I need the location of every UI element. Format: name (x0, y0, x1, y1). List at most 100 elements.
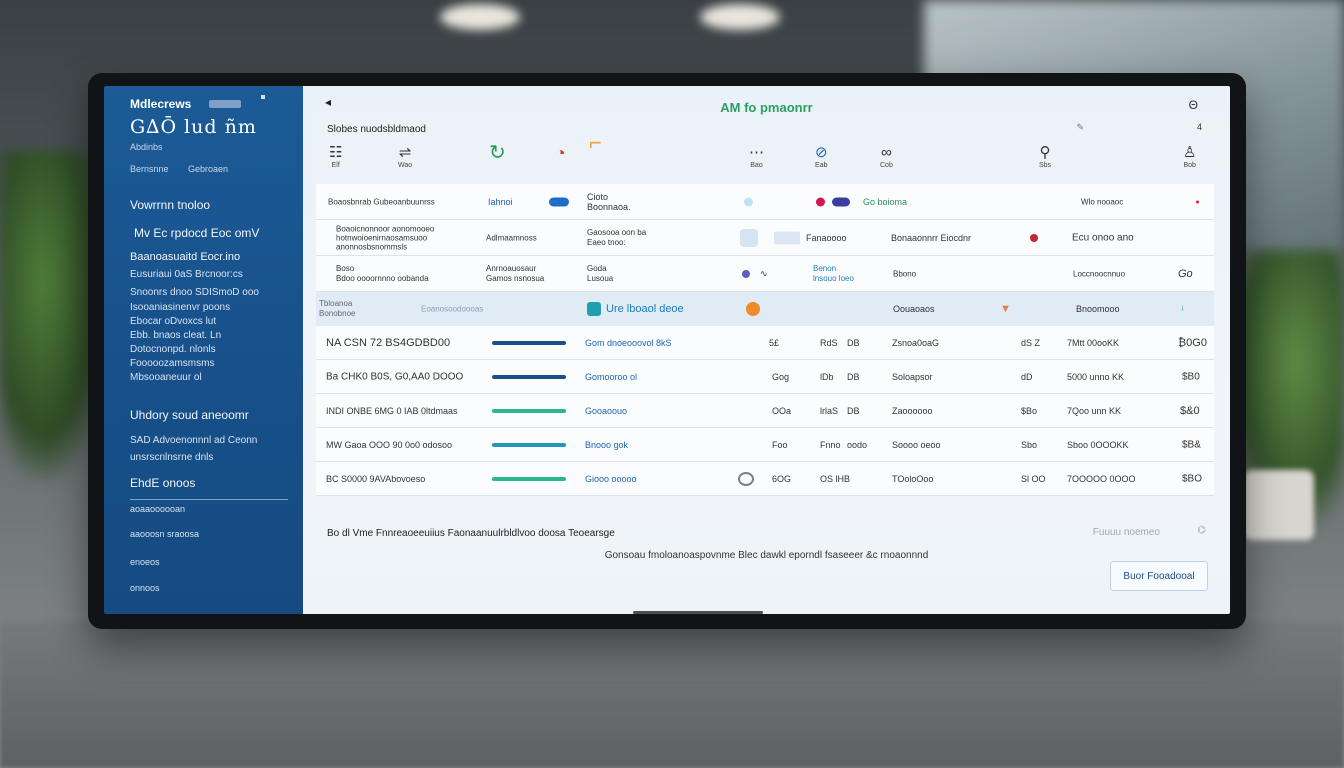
sidebar-item-3[interactable]: Baanoasuaitd Eocr.ino (130, 251, 240, 263)
row-label: Gooaoouo (585, 405, 628, 416)
tool-people[interactable]: ☷ Elf (329, 144, 342, 169)
overview-list: Boaosbnrab Gubeoanbuunrss Iahnoi Cioto B… (316, 184, 1214, 328)
grid-icon: ⋯ (749, 144, 764, 161)
meta-left: Bernsnne (130, 164, 169, 174)
progress-fill (492, 408, 566, 413)
cell: Soloapsor (892, 371, 933, 382)
cell: DB (847, 405, 860, 416)
tool-chart[interactable]: ◔ (555, 144, 566, 162)
list-item[interactable]: Tbloanoa Bonobnoe Eoanosoodoooas Ure lbo… (316, 292, 1214, 328)
toggle-icon[interactable] (738, 471, 754, 486)
cell: oodo (847, 439, 868, 450)
detail-line: Dotocnonpd. nlonls (130, 344, 216, 355)
tagline: Abdinbs (130, 142, 163, 152)
settings-icon[interactable]: Θ (1189, 98, 1198, 112)
row-text: Bnoomooo (1076, 304, 1120, 314)
tool-link[interactable]: ⊘ Eab (815, 144, 828, 169)
footer-note: Bo dl Vme Fnnreaoeeuiius Faonaanuulrbldl… (327, 528, 615, 539)
row-text: Gaosooa oon ba Eaeo tnoo: (587, 227, 647, 247)
cell: 7OOOOO 0OOO (1067, 473, 1136, 484)
status-dot (1196, 200, 1199, 203)
status-dot (742, 269, 750, 278)
progress-fill (492, 374, 566, 379)
cell: $&0 (1180, 404, 1200, 417)
footer-subtext: Gonsoau fmoloanoaspovnme Blec dawkl epor… (604, 550, 929, 561)
cell: Zsnoa0oaG (892, 337, 940, 348)
edit-icon[interactable]: ✎ (1076, 122, 1084, 133)
detail-line: Snoonrs dnoo SDISmoD ooo (130, 287, 259, 298)
status-dot (816, 197, 825, 206)
row-text: ʲ (1182, 304, 1184, 314)
tool-refresh[interactable]: ↻ (489, 142, 506, 164)
row-text: Iahnoi (488, 196, 513, 207)
cell: Fnno (820, 439, 841, 450)
table-row[interactable]: Ba CHK0 B0S, G0,AA0 DOOO Gomooroo ol Gog… (316, 360, 1214, 394)
cell: lrlaS (820, 405, 839, 416)
data-table: NA CSN 72 BS4GDBD00 Gom dnoeooovol 8kS 5… (316, 326, 1214, 496)
people-icon: ☷ (329, 144, 343, 161)
sidebar-link[interactable]: enoeos (130, 557, 160, 567)
status-dot (746, 302, 760, 316)
sidebar-section-3[interactable]: EhdE onoos (130, 476, 195, 490)
tool-grid[interactable]: ⋯ Bao (749, 144, 764, 169)
cell: TOoloOoo (892, 473, 934, 484)
row-id: BC S0000 9AVAbovoeso (326, 473, 426, 484)
progress-fill (492, 340, 566, 345)
sidebar-item-1[interactable]: Vowrrnn tnoloo (130, 198, 210, 212)
status-tile (774, 231, 800, 244)
brand-badge (209, 100, 241, 108)
list-item[interactable]: Boso Bdoo oooornnno oobanda Anrnoauosaur… (316, 256, 1214, 292)
user-icon: ♙ (1183, 144, 1197, 161)
cell: OS lHB (820, 473, 851, 484)
arrow-icon: ⇌ (398, 144, 412, 161)
main-panel: ◂ AM fo pmaonrr Θ 4 ✎ Slobes nuodsbldmao… (303, 86, 1230, 614)
sidebar-link[interactable]: aoaaoooooan (130, 504, 185, 514)
table-row[interactable]: NA CSN 72 BS4GDBD00 Gom dnoeooovol 8kS 5… (316, 326, 1214, 360)
progress-bar (492, 476, 566, 481)
sidebar-link[interactable]: aaooosn sraoosa (130, 529, 199, 539)
tool-tree[interactable]: ⚲ Sbs (1039, 144, 1051, 169)
row-text: Boso Bdoo oooornnno oobanda (336, 263, 429, 283)
row-label: Gom dnoeooovol 8kS (585, 337, 672, 348)
row-text: Fanaoooo (806, 232, 847, 243)
cell: Zaoooooo (892, 405, 933, 416)
row-id: INDI ONBE 6MG 0 IAB 0ltdmaas (326, 405, 458, 416)
row-text: Bonaaonnrr Eiocdnr (891, 232, 972, 243)
cell: 5£ (769, 337, 780, 348)
primary-action-button[interactable]: Buor Fooadooal (1110, 561, 1208, 591)
row-text: Ecu onoo ano (1072, 232, 1134, 243)
table-row[interactable]: BC S0000 9AVAbovoeso Giooo ooooo 6OG OS … (316, 462, 1214, 496)
progress-fill (492, 476, 566, 481)
progress-bar (492, 374, 566, 379)
row-text: Benon lnsouo loeo (813, 263, 854, 283)
cell: lDb (820, 371, 834, 382)
tool-dna[interactable]: ∞ Cob (880, 144, 893, 169)
row-label: Bnooo gok (585, 439, 629, 450)
background-lamp (440, 4, 520, 30)
cell: $B& (1182, 439, 1201, 450)
cell: Sl OO (1021, 473, 1046, 484)
cell: 6OG (772, 473, 792, 484)
list-item[interactable]: Boaoicnonnoor aonomooeo hotnwoioenirnaos… (316, 220, 1214, 256)
refresh-icon: ↻ (489, 142, 506, 164)
table-row[interactable]: INDI ONBE 6MG 0 IAB 0ltdmaas Gooaoouo OO… (316, 394, 1214, 428)
list-item[interactable]: Boaosbnrab Gubeoanbuunrss Iahnoi Cioto B… (316, 184, 1214, 220)
detail-line: Ebb. bnaos cleat. Ln (130, 330, 222, 341)
sidebar-link[interactable]: onnoos (130, 583, 160, 593)
page-title: AM fo pmaonrr (720, 100, 813, 115)
tool-label: Elf (331, 162, 340, 169)
background-lamp (700, 4, 780, 30)
scrollbar-handle[interactable] (633, 611, 763, 614)
tool-user[interactable]: ♙ Bob (1183, 144, 1196, 169)
sidebar-section-history[interactable]: Uhdory soud aneoomr (130, 408, 249, 422)
link-icon: ⊘ (815, 144, 828, 161)
progress-bar (492, 408, 566, 413)
notification-icon[interactable]: 4 (1197, 122, 1202, 132)
table-row[interactable]: MW Gaoa OOO 90 0o0 odosoo Bnooo gok Foo … (316, 428, 1214, 462)
expand-icon[interactable]: ⌬ (1197, 525, 1206, 536)
tool-arrow[interactable]: ⇌ Wao (398, 144, 412, 169)
sidebar-item-2[interactable]: Mv Ec rpdocd Eoc omV (134, 226, 259, 240)
row-id: NA CSN 72 BS4GDBD00 (326, 336, 451, 349)
desk-surface (0, 620, 1344, 768)
app-screen: Mdlecrews G∆Ō lud ñm Abdinbs Bernsnne Ge… (104, 86, 1230, 614)
